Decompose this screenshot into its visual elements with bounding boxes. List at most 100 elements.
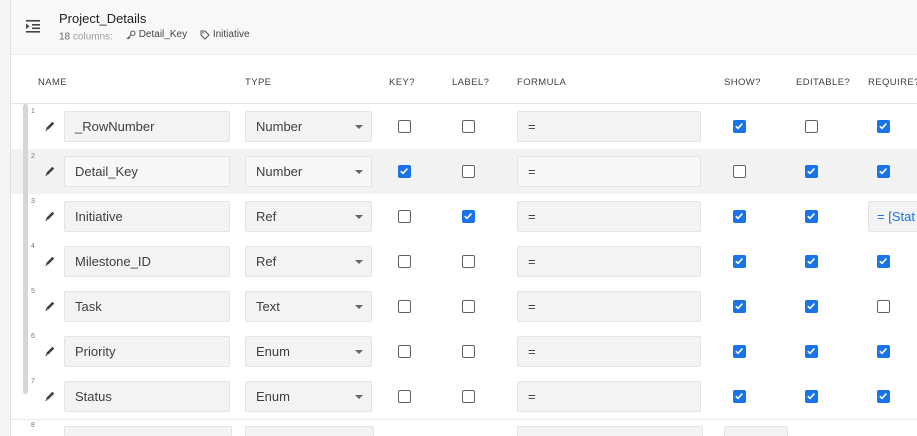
require-checkbox[interactable] <box>877 300 890 313</box>
name-field[interactable]: Status <box>64 381 230 412</box>
editable-checkbox[interactable] <box>805 165 818 178</box>
formula-value: = <box>528 389 536 404</box>
chevron-down-icon <box>355 350 363 354</box>
pencil-icon[interactable] <box>44 255 56 267</box>
require-checkbox[interactable] <box>877 345 890 358</box>
type-value: Ref <box>256 209 277 224</box>
key-checkbox[interactable] <box>398 390 411 403</box>
table-meta: 18 columns: Detail_Key Initiative <box>59 29 250 43</box>
type-select[interactable]: Text <box>245 291 372 322</box>
key-icon <box>126 30 136 39</box>
name-value: Milestone_ID <box>75 254 151 269</box>
collapse-menu-icon[interactable] <box>25 18 41 34</box>
label-checkbox[interactable] <box>462 300 475 313</box>
key-checkbox[interactable] <box>398 120 411 133</box>
label-checkbox[interactable] <box>462 390 475 403</box>
label-checkbox[interactable] <box>462 120 475 133</box>
name-field[interactable]: Detail_Key <box>64 156 230 187</box>
formula-field[interactable]: = <box>517 246 701 277</box>
key-checkbox[interactable] <box>398 345 411 358</box>
editable-checkbox[interactable] <box>805 300 818 313</box>
formula-field[interactable]: = <box>517 201 701 232</box>
chevron-down-icon <box>355 170 363 174</box>
name-field[interactable]: Milestone_ID <box>64 246 230 277</box>
type-select[interactable]: Enum <box>245 381 372 412</box>
label-checkbox[interactable] <box>462 165 475 178</box>
table-row: 1 _RowNumber Number = <box>11 104 917 150</box>
key-tag: Detail_Key <box>126 29 187 40</box>
table-editor: Project_Details 18 columns: Detail_Key I… <box>10 0 917 436</box>
tag-icon <box>200 30 210 40</box>
key-tag-label: Detail_Key <box>138 29 188 40</box>
editable-checkbox[interactable] <box>805 255 818 268</box>
formula-field[interactable]: = <box>517 381 701 412</box>
name-field[interactable] <box>64 426 232 436</box>
row-number: 4 <box>31 243 35 250</box>
type-value: Number <box>256 164 303 179</box>
require-formula-field[interactable]: = [Stat <box>868 201 917 232</box>
type-select[interactable]: Number <box>245 156 372 187</box>
show-formula-field[interactable] <box>724 426 788 436</box>
pencil-icon[interactable] <box>44 390 56 402</box>
formula-value: = <box>528 254 536 269</box>
chevron-down-icon <box>355 215 363 219</box>
show-checkbox[interactable] <box>733 300 746 313</box>
key-checkbox[interactable] <box>398 300 411 313</box>
pencil-icon[interactable] <box>44 165 56 177</box>
show-checkbox[interactable] <box>733 210 746 223</box>
formula-value: = <box>528 344 536 359</box>
name-field[interactable]: Task <box>64 291 230 322</box>
name-value: Status <box>75 389 112 404</box>
editable-checkbox[interactable] <box>805 210 818 223</box>
formula-field[interactable]: = <box>517 291 701 322</box>
row-number: 2 <box>31 153 35 160</box>
label-checkbox[interactable] <box>462 345 475 358</box>
formula-field[interactable]: = <box>517 156 701 187</box>
pencil-icon[interactable] <box>44 120 56 132</box>
require-checkbox[interactable] <box>877 390 890 403</box>
pencil-icon[interactable] <box>44 300 56 312</box>
show-checkbox[interactable] <box>733 165 746 178</box>
label-tag-label: Initiative <box>212 29 250 40</box>
name-field[interactable]: _RowNumber <box>64 111 230 142</box>
chevron-down-icon <box>355 260 363 264</box>
formula-field[interactable]: = <box>517 336 701 367</box>
left-edge-panel <box>0 0 10 436</box>
show-checkbox[interactable] <box>733 345 746 358</box>
show-checkbox[interactable] <box>733 120 746 133</box>
pencil-icon[interactable] <box>44 210 56 222</box>
key-checkbox[interactable] <box>398 255 411 268</box>
row-number: 1 <box>31 108 35 115</box>
editable-checkbox[interactable] <box>805 120 818 133</box>
require-checkbox[interactable] <box>877 165 890 178</box>
row-number: 7 <box>31 378 35 385</box>
type-select[interactable]: Number <box>245 111 372 142</box>
show-checkbox[interactable] <box>733 390 746 403</box>
require-checkbox[interactable] <box>877 255 890 268</box>
table-row: 3 Initiative Ref = = [Stat <box>11 194 917 240</box>
name-field[interactable]: Priority <box>64 336 230 367</box>
pencil-icon[interactable] <box>44 345 56 357</box>
require-checkbox[interactable] <box>877 120 890 133</box>
type-select[interactable] <box>245 426 374 436</box>
label-tag: Initiative <box>200 29 250 40</box>
name-field[interactable]: Initiative <box>64 201 230 232</box>
table-row: 7 Status Enum = <box>11 374 917 420</box>
table-header: Project_Details 18 columns: Detail_Key I… <box>11 0 917 55</box>
key-checkbox[interactable] <box>398 165 411 178</box>
formula-field[interactable] <box>517 426 703 436</box>
chevron-down-icon <box>355 395 363 399</box>
type-select[interactable]: Ref <box>245 201 372 232</box>
type-value: Text <box>256 299 280 314</box>
editable-checkbox[interactable] <box>805 345 818 358</box>
type-select[interactable]: Enum <box>245 336 372 367</box>
editable-checkbox[interactable] <box>805 390 818 403</box>
type-select[interactable]: Ref <box>245 246 372 277</box>
vertical-scrollbar[interactable] <box>23 104 28 394</box>
formula-field[interactable]: = <box>517 111 701 142</box>
label-checkbox[interactable] <box>462 255 475 268</box>
show-checkbox[interactable] <box>733 255 746 268</box>
key-checkbox[interactable] <box>398 210 411 223</box>
label-checkbox[interactable] <box>462 210 475 223</box>
table-row: 2 Detail_Key Number = <box>11 149 917 195</box>
